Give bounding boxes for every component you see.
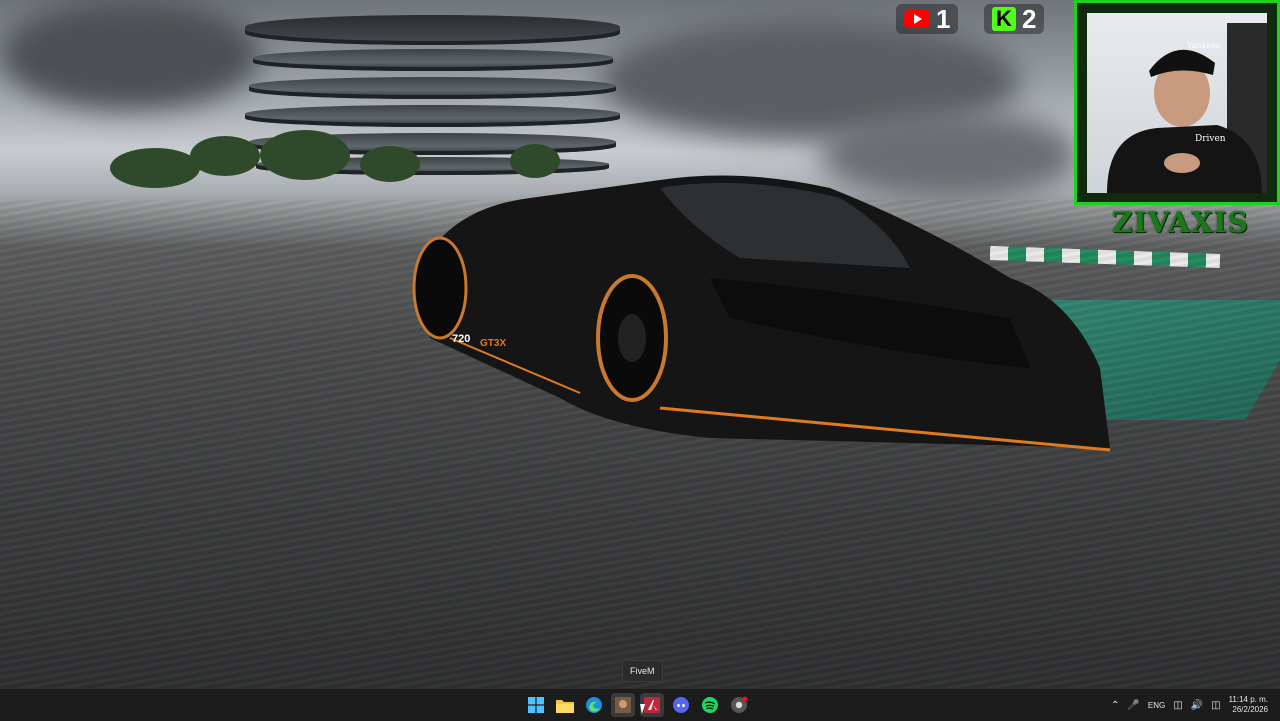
- cap-text: Yankees: [1186, 41, 1220, 50]
- spotify-icon[interactable]: [698, 693, 722, 717]
- language-indicator[interactable]: ENG: [1148, 701, 1165, 710]
- clock[interactable]: 11:14 p. m. 26/2/2026: [1229, 695, 1268, 715]
- chrome-icon[interactable]: [727, 693, 751, 717]
- microphone-icon[interactable]: 🎤: [1127, 700, 1139, 711]
- car-badge: 720: [452, 333, 470, 345]
- kick-count: 2: [1022, 3, 1037, 34]
- clock-time: 11:14 p. m.: [1228, 695, 1268, 704]
- race-car: 720 GT3X: [412, 175, 1111, 452]
- kick-icon: K: [992, 7, 1016, 31]
- chevron-up-icon[interactable]: ⌃: [1111, 700, 1119, 711]
- taskbar-apps: [524, 689, 751, 721]
- streamer-figure: Yankees Driven: [1107, 23, 1267, 193]
- youtube-counter: 1: [896, 3, 959, 34]
- streamer-name: ZIVAXIS: [1112, 206, 1249, 239]
- webcam-frame: Yankees Driven: [1074, 0, 1280, 205]
- battery-icon[interactable]: ◫: [1211, 700, 1220, 711]
- trees: [110, 130, 560, 190]
- volume-icon[interactable]: 🔊: [1191, 700, 1203, 711]
- shirt-text: Driven: [1195, 134, 1226, 144]
- kick-counter: K 2: [984, 3, 1045, 34]
- file-explorer-icon[interactable]: [553, 693, 577, 717]
- cloud: [0, 0, 260, 110]
- youtube-count: 1: [936, 3, 951, 34]
- discord-icon[interactable]: [669, 693, 693, 717]
- youtube-icon: [904, 10, 930, 28]
- clock-date: 26/2/2026: [1232, 705, 1268, 714]
- edge-browser-icon[interactable]: [582, 693, 606, 717]
- system-tray: ⌃ 🎤 ENG ◫ 🔊 ◫ 11:14 p. m. 26/2/2026: [1111, 689, 1280, 721]
- taskbar-tooltip: FiveM: [622, 660, 663, 682]
- app-thumbnail-icon[interactable]: [611, 693, 635, 717]
- car-badge-suffix: GT3X: [480, 338, 506, 349]
- windows-start-icon[interactable]: [524, 693, 548, 717]
- network-icon[interactable]: ◫: [1173, 700, 1182, 711]
- webcam-feed: Yankees Driven: [1087, 13, 1267, 193]
